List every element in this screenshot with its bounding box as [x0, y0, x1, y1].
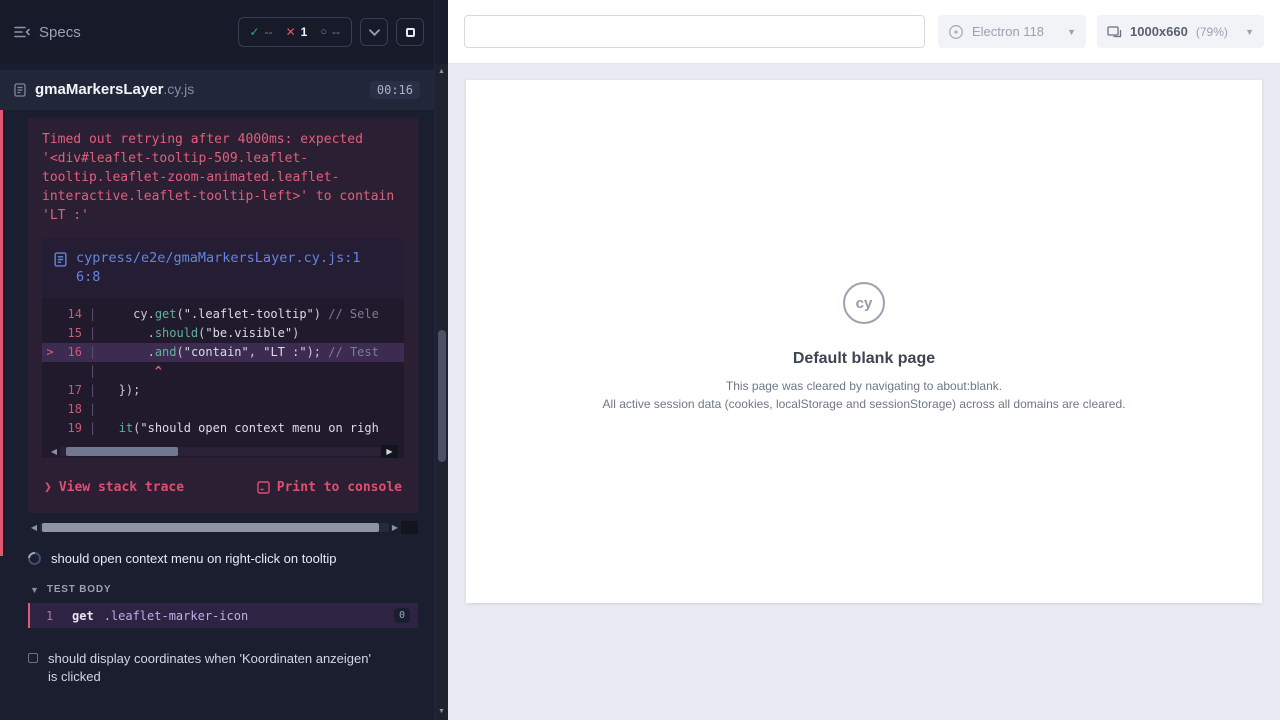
scrollbar-corner	[401, 521, 418, 534]
test-body-label: TEST BODY	[47, 584, 111, 595]
check-icon: ✓	[250, 25, 260, 39]
collapse-all-button[interactable]	[360, 18, 388, 46]
viewport-size: 1000x660	[1130, 24, 1188, 39]
code-frame: cypress/e2e/gmaMarkersLayer.cy.js:16:8 1…	[42, 238, 404, 458]
stat-failed: ✕ 1	[286, 25, 308, 39]
chevron-down-icon: ▼	[30, 585, 39, 595]
reporter: Specs ✓ -- ✕ 1 ○ --	[0, 0, 434, 720]
cypress-logo: cy	[843, 282, 885, 324]
error-actions: ❯ View stack trace Print to console	[42, 465, 404, 509]
code-line: 17| });	[42, 381, 404, 400]
reporter-panel: Specs ✓ -- ✕ 1 ○ --	[0, 0, 448, 720]
stat-failed-count: 1	[301, 25, 308, 39]
pending-box-icon	[28, 653, 38, 663]
stat-pending: ○ --	[320, 25, 340, 39]
specs-label: Specs	[39, 24, 81, 41]
code-lines: 14| cy.get(".leaflet-tooltip") // Sele 1…	[42, 298, 404, 442]
spec-header[interactable]: gmaMarkersLayer.cy.js 00:16	[0, 70, 434, 110]
x-icon: ✕	[286, 25, 296, 39]
command-count-badge: 0	[394, 608, 410, 623]
code-frame-file-link[interactable]: cypress/e2e/gmaMarkersLayer.cy.js:16:8	[76, 249, 376, 287]
code-line: 14| cy.get(".leaflet-tooltip") // Sele	[42, 305, 404, 324]
stat-pending-count: --	[332, 25, 340, 39]
aut-frame: cy Default blank page This page was clea…	[466, 80, 1262, 603]
reporter-vertical-scrollbar[interactable]: ▲ ▼	[434, 0, 448, 720]
code-horizontal-scrollbar[interactable]: ◀ ▶	[48, 445, 398, 458]
test-title: should open context menu on right-click …	[51, 550, 336, 568]
test-stats: ✓ -- ✕ 1 ○ --	[238, 17, 352, 47]
scrollbar-thumb[interactable]	[66, 447, 178, 456]
stop-icon	[406, 28, 415, 37]
test-item-queued[interactable]: should display coordinates when 'Koordin…	[0, 628, 434, 692]
chevron-right-icon: ❯	[44, 480, 52, 495]
command-method: get	[72, 609, 94, 623]
scroll-right-icon[interactable]: ▶	[381, 445, 398, 458]
browser-label: Electron 118	[972, 24, 1044, 39]
specs-list-icon	[14, 25, 30, 39]
scroll-right-icon[interactable]: ▶	[389, 523, 401, 532]
stat-passed-count: --	[265, 25, 273, 39]
blank-page-message-2: All active session data (cookies, localS…	[466, 397, 1262, 411]
reporter-header: Specs ✓ -- ✕ 1 ○ --	[0, 0, 434, 64]
code-line: >16| .and("contain", "LT :"); // Test	[42, 343, 404, 362]
document-icon	[14, 83, 26, 97]
viewport-select[interactable]: 1000x660 (79%) ▼	[1097, 15, 1264, 48]
code-frame-header: cypress/e2e/gmaMarkersLayer.cy.js:16:8	[42, 238, 404, 298]
error-panel: Timed out retrying after 4000ms: expecte…	[28, 118, 418, 513]
view-stack-trace-link[interactable]: ❯ View stack trace	[44, 480, 184, 495]
test-body-toggle[interactable]: ▼ TEST BODY	[0, 574, 434, 603]
spec-duration: 00:16	[370, 81, 420, 99]
scrollbar-track[interactable]	[60, 447, 381, 456]
command-message: .leaflet-marker-icon	[104, 609, 249, 623]
chevron-down-icon	[369, 29, 380, 36]
chevron-down-icon: ▼	[1245, 27, 1254, 37]
blank-page-content: cy Default blank page This page was clea…	[466, 80, 1262, 411]
command-log-row[interactable]: 1 get .leaflet-marker-icon 0	[28, 603, 418, 628]
aut-stage: cy Default blank page This page was clea…	[448, 64, 1280, 720]
blank-page-message-1: This page was cleared by navigating to a…	[466, 379, 1262, 393]
stat-passed: ✓ --	[250, 25, 273, 39]
command-number: 1	[46, 609, 72, 623]
browser-select[interactable]: Electron 118 ▼	[938, 15, 1086, 48]
scrollbar-track[interactable]	[40, 523, 389, 532]
test-title: should display coordinates when 'Koordin…	[48, 650, 374, 686]
code-line: 19| it("should open context menu on righ	[42, 419, 404, 438]
scroll-down-icon[interactable]: ▼	[435, 708, 448, 715]
code-line: 18|	[42, 400, 404, 419]
spec-extension: .cy.js	[163, 81, 194, 97]
electron-icon	[948, 24, 964, 40]
print-console-icon	[257, 481, 270, 494]
chevron-down-icon: ▼	[1067, 27, 1076, 37]
blank-page-title: Default blank page	[466, 350, 1262, 368]
runner-main: Electron 118 ▼ 1000x660 (79%) ▼ cy Defau…	[448, 0, 1280, 720]
url-input[interactable]	[464, 15, 925, 48]
code-line: 15| .should("be.visible")	[42, 324, 404, 343]
circle-icon: ○	[320, 26, 327, 38]
specs-list-button[interactable]: Specs	[14, 24, 81, 41]
print-to-console-button[interactable]: Print to console	[257, 480, 402, 495]
failed-attempt-section: Timed out retrying after 4000ms: expecte…	[0, 110, 434, 534]
stop-run-button[interactable]	[396, 18, 424, 46]
viewport-scale: (79%)	[1196, 25, 1228, 39]
scrollbar-thumb[interactable]	[42, 523, 379, 532]
code-line: | ^	[42, 362, 404, 381]
file-icon	[54, 252, 67, 267]
scroll-left-icon[interactable]: ◀	[28, 523, 40, 532]
spinner-icon	[25, 549, 43, 567]
scroll-up-icon[interactable]: ▲	[435, 68, 448, 75]
spec-name: gmaMarkersLayer	[35, 81, 163, 98]
viewport-icon	[1107, 25, 1122, 39]
scroll-left-icon[interactable]: ◀	[48, 447, 60, 456]
reporter-horizontal-scrollbar[interactable]: ◀ ▶	[28, 521, 418, 534]
error-message: Timed out retrying after 4000ms: expecte…	[42, 130, 404, 225]
scrollbar-thumb[interactable]	[438, 330, 446, 462]
test-item-running[interactable]: should open context menu on right-click …	[0, 534, 434, 574]
aut-toolbar: Electron 118 ▼ 1000x660 (79%) ▼	[448, 0, 1280, 64]
